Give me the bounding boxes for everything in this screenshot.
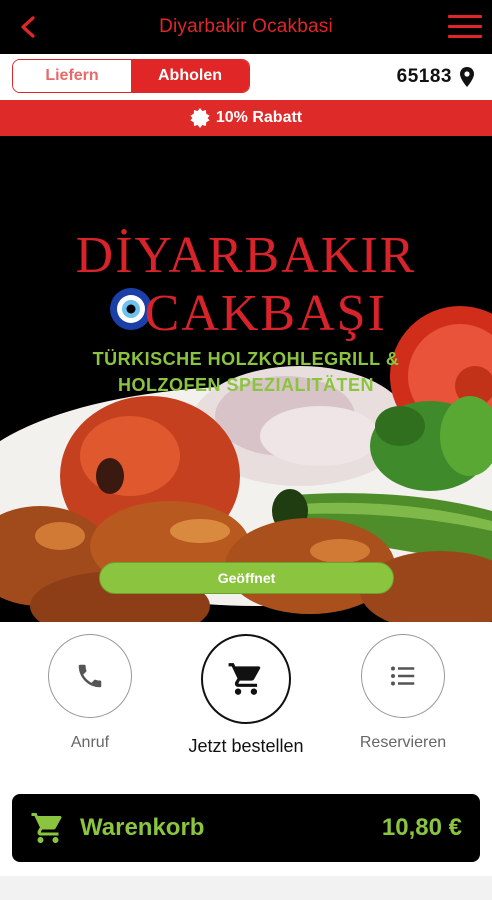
cart-total: 10,80 € [381, 814, 462, 841]
action-buttons: Anruf Jetzt bestellen Reservieren [0, 622, 492, 792]
page-title: Diyarbakir Ocakbasi [159, 16, 333, 37]
delivery-mode-toggle: Liefern Abholen [12, 59, 250, 93]
list-icon [391, 666, 415, 686]
discount-banner: 10% Rabatt [0, 100, 492, 136]
call-label: Anruf [70, 734, 110, 751]
location-pin-icon [460, 67, 474, 87]
cart-bar[interactable]: Warenkorb 10,80 € [12, 794, 480, 862]
reserve-label: Reservieren [359, 734, 447, 751]
call-circle[interactable] [48, 634, 132, 718]
back-button[interactable] [14, 11, 42, 43]
pickup-option[interactable]: Abholen [131, 60, 249, 92]
hamburger-menu-icon[interactable] [448, 13, 482, 41]
reserve-button[interactable]: Reservieren [333, 634, 473, 752]
zip-code: 65183 [396, 66, 452, 87]
call-button[interactable]: Anruf [20, 634, 160, 752]
badge-icon [190, 108, 210, 128]
phone-icon [78, 664, 102, 688]
app-header: Diyarbakir Ocakbasi [0, 0, 492, 54]
reserve-circle[interactable] [361, 634, 445, 718]
tagline-line1: TÜRKISCHE HOLZKOHLEGRILL & [92, 349, 400, 369]
cart-icon [228, 663, 261, 695]
bottom-strip [0, 876, 492, 900]
tagline-line2: HOLZOFEN SPEZIALITÄTEN [118, 375, 374, 395]
order-now-button[interactable]: Jetzt bestellen [176, 634, 316, 757]
chevron-left-icon [21, 16, 35, 38]
zip-code-selector[interactable]: 65183 [397, 63, 474, 91]
discount-label: 10% Rabatt [215, 109, 303, 126]
open-status-badge: Geöffnet [99, 562, 394, 594]
order-now-label: Jetzt bestellen [188, 736, 304, 756]
order-mode-bar: Liefern Abholen 65183 [0, 54, 492, 100]
restaurant-hero: DİYARBAKIR OCAKBAŞI TÜRKISCHE HOLZKOHLEG… [0, 136, 492, 622]
cart-label: Warenkorb [80, 814, 205, 841]
brand-tagline: TÜRKISCHE HOLZKOHLEGRILL & HOLZOFEN SPEZ… [0, 346, 492, 398]
brand-name-line1: DİYARBAKIR [75, 227, 417, 284]
brand-name-line2: OCAKBAŞI [0, 284, 492, 343]
delivery-option[interactable]: Liefern [13, 60, 131, 92]
order-circle[interactable] [201, 634, 291, 724]
cart-icon [31, 813, 62, 843]
brand-name-line2-rest: CAKBAŞI [144, 285, 387, 342]
